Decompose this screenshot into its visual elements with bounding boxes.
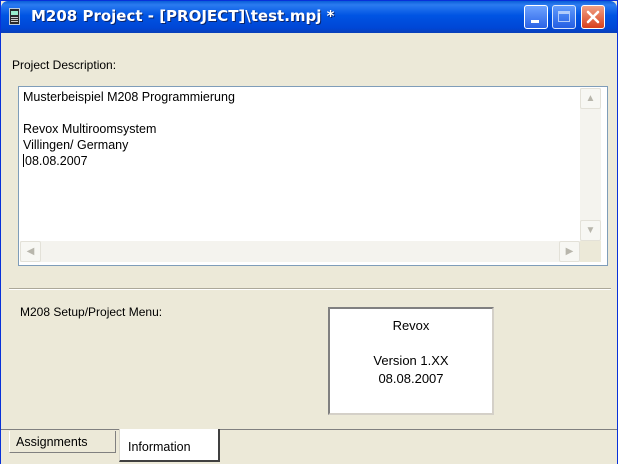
description-line: Revox Multiroomsystem — [23, 122, 157, 136]
description-line — [23, 105, 578, 121]
description-line: 08.08.2007 — [25, 154, 88, 168]
project-description-textarea[interactable]: Musterbeispiel M208 Programmierung Revox… — [18, 86, 608, 266]
scroll-left-button[interactable]: ◀ — [20, 241, 41, 262]
section-divider — [9, 288, 611, 290]
chevron-up-icon: ▲ — [585, 93, 596, 104]
version-text: Version 1.XX — [373, 353, 449, 368]
horizontal-scrollbar[interactable]: ◀ ▶ — [20, 241, 580, 262]
brand-name: Revox — [392, 318, 430, 333]
scroll-right-button[interactable]: ▶ — [559, 241, 580, 262]
setup-menu-label: M208 Setup/Project Menu: — [20, 305, 163, 319]
close-button[interactable] — [581, 5, 605, 29]
chevron-down-icon: ▼ — [585, 225, 596, 236]
chevron-left-icon: ◀ — [26, 246, 35, 257]
maximize-icon — [558, 11, 570, 22]
handheld-device-icon — [9, 8, 20, 25]
description-line: Villingen/ Germany — [23, 138, 129, 152]
description-line: Musterbeispiel M208 Programmierung — [23, 90, 235, 104]
text-caret — [23, 154, 24, 167]
version-date: 08.08.2007 — [378, 371, 444, 386]
tab-information[interactable]: Information — [119, 429, 220, 462]
scrollbar-corner — [580, 241, 601, 262]
close-icon — [586, 10, 600, 24]
minimize-button[interactable] — [524, 5, 548, 29]
window-title: M208 Project - [PROJECT]\test.mpj * — [31, 7, 335, 25]
project-window: M208 Project - [PROJECT]\test.mpj * Proj… — [0, 0, 618, 464]
vertical-scrollbar[interactable]: ▲ ▼ — [580, 88, 601, 241]
tab-assignments[interactable]: Assignments — [9, 431, 116, 453]
version-info-box: Revox Version 1.XX 08.08.2007 — [328, 307, 494, 415]
title-bar[interactable]: M208 Project - [PROJECT]\test.mpj * — [1, 1, 617, 33]
scroll-down-button[interactable]: ▼ — [580, 220, 601, 241]
scroll-up-button[interactable]: ▲ — [580, 88, 601, 109]
minimize-icon — [531, 20, 539, 23]
maximize-button[interactable] — [552, 5, 576, 29]
project-description-label: Project Description: — [12, 58, 117, 72]
chevron-right-icon: ▶ — [565, 246, 574, 257]
project-description-text[interactable]: Musterbeispiel M208 Programmierung Revox… — [23, 89, 578, 239]
